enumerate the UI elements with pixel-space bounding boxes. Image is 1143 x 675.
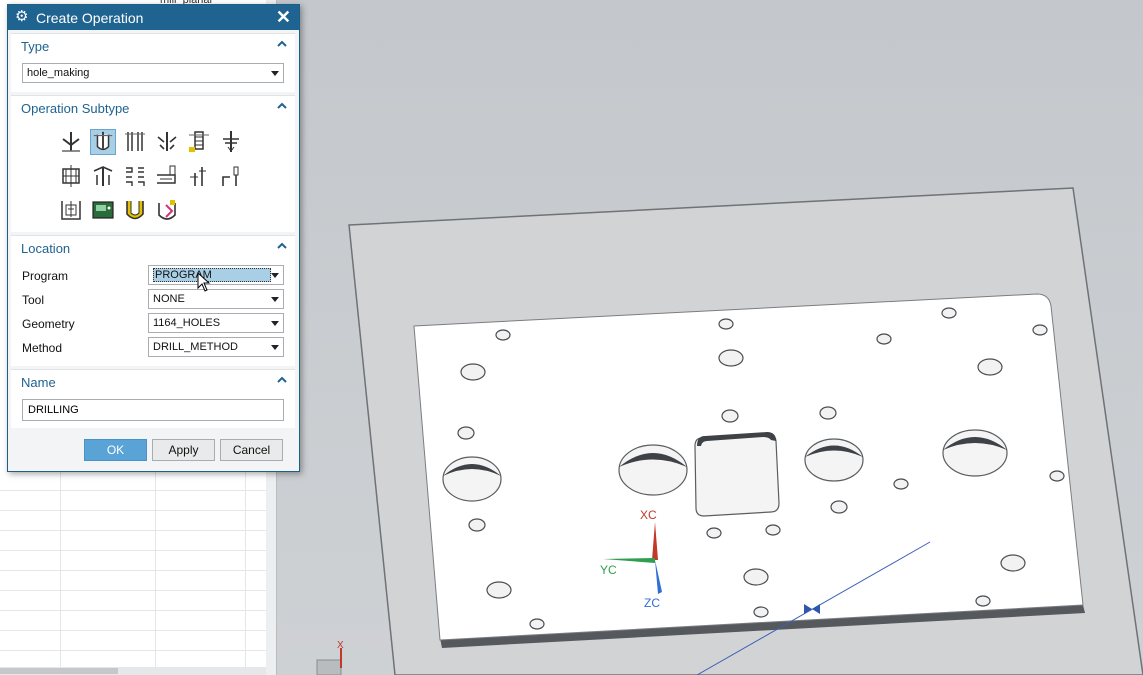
ok-button[interactable]: OK — [84, 439, 147, 461]
x-label: X — [337, 640, 344, 651]
chevron-down-icon — [271, 345, 279, 350]
xc-label: XC — [640, 508, 657, 522]
chevron-down-icon — [271, 273, 279, 278]
thread-mill-icon[interactable] — [58, 163, 84, 189]
bore-icon[interactable] — [122, 197, 148, 223]
tap-icon[interactable] — [186, 129, 212, 155]
type-dropdown[interactable]: hole_making — [22, 63, 284, 83]
tool-dropdown-value: NONE — [153, 293, 185, 305]
boss-mill-icon[interactable] — [90, 163, 116, 189]
operation-name-input[interactable]: DRILLING — [22, 399, 284, 421]
zc-label: ZC — [644, 596, 660, 610]
spot-drill-icon[interactable] — [58, 129, 84, 155]
geometry-dropdown-value: 1164_HOLES — [153, 317, 221, 329]
location-section: Location Program PROGRAM Tool NONE Geome… — [11, 235, 295, 366]
process-icon[interactable] — [90, 197, 116, 223]
chevron-up-icon[interactable] — [275, 373, 289, 387]
chevron-up-icon[interactable] — [275, 99, 289, 113]
cancel-button[interactable]: Cancel — [220, 439, 283, 461]
chevron-up-icon[interactable] — [275, 239, 289, 253]
dialog-title: Create Operation — [36, 10, 144, 26]
chevron-down-icon — [271, 321, 279, 326]
create-operation-dialog: ⚙ Create Operation ✕ Type hole_making Op… — [7, 4, 300, 472]
yc-label: YC — [600, 563, 617, 577]
navigator-scroll-thumb[interactable] — [0, 668, 118, 674]
counter-bore-icon[interactable] — [154, 129, 180, 155]
program-dropdown[interactable]: PROGRAM — [148, 265, 284, 285]
location-section-title[interactable]: Location — [21, 241, 70, 256]
cylinder-milling-icon[interactable] — [218, 163, 244, 189]
chevron-up-icon[interactable] — [275, 37, 289, 51]
geometry-label: Geometry — [22, 317, 75, 331]
method-dropdown[interactable]: DRILL_METHOD — [148, 337, 284, 357]
chevron-down-icon — [271, 71, 279, 76]
apply-button[interactable]: Apply — [152, 439, 215, 461]
type-section: Type hole_making — [11, 33, 295, 92]
back-counter-sink-icon[interactable] — [122, 163, 148, 189]
hole-feature-icon[interactable] — [58, 197, 84, 223]
method-label: Method — [22, 341, 63, 355]
ream-icon[interactable] — [154, 197, 180, 223]
subtype-section-title[interactable]: Operation Subtype — [21, 101, 129, 116]
close-icon[interactable]: ✕ — [276, 7, 291, 27]
model-view: XC YC ZC X — [316, 187, 1143, 675]
program-label: Program — [22, 269, 69, 283]
chevron-down-icon — [271, 297, 279, 302]
operation-subtype-section: Operation Subtype — [11, 95, 295, 232]
mouse-cursor-icon — [197, 272, 211, 292]
gear-icon: ⚙ — [15, 8, 29, 25]
type-dropdown-value: hole_making — [27, 67, 90, 79]
method-dropdown-value: DRILL_METHOD — [153, 341, 238, 353]
hole-mill-icon[interactable] — [218, 129, 244, 155]
name-section-title[interactable]: Name — [21, 375, 56, 390]
geometry-dropdown[interactable]: 1164_HOLES — [148, 313, 284, 333]
tool-dropdown[interactable]: NONE — [148, 289, 284, 309]
drill-icon[interactable] — [90, 129, 116, 155]
sequential-drill-icon[interactable] — [186, 163, 212, 189]
peck-drill-icon[interactable] — [122, 129, 148, 155]
dialog-titlebar[interactable]: ⚙ Create Operation ✕ — [8, 5, 299, 30]
hole-chamfer-icon[interactable] — [154, 163, 180, 189]
type-section-title[interactable]: Type — [21, 39, 49, 54]
graphics-viewport[interactable]: XC YC ZC X — [277, 0, 1143, 675]
name-section: Name DRILLING — [11, 369, 295, 428]
tool-label: Tool — [22, 293, 45, 307]
rectangular-pocket — [694, 432, 780, 517]
absolute-csys: X — [316, 640, 344, 675]
program-dropdown-value: PROGRAM — [153, 268, 271, 282]
